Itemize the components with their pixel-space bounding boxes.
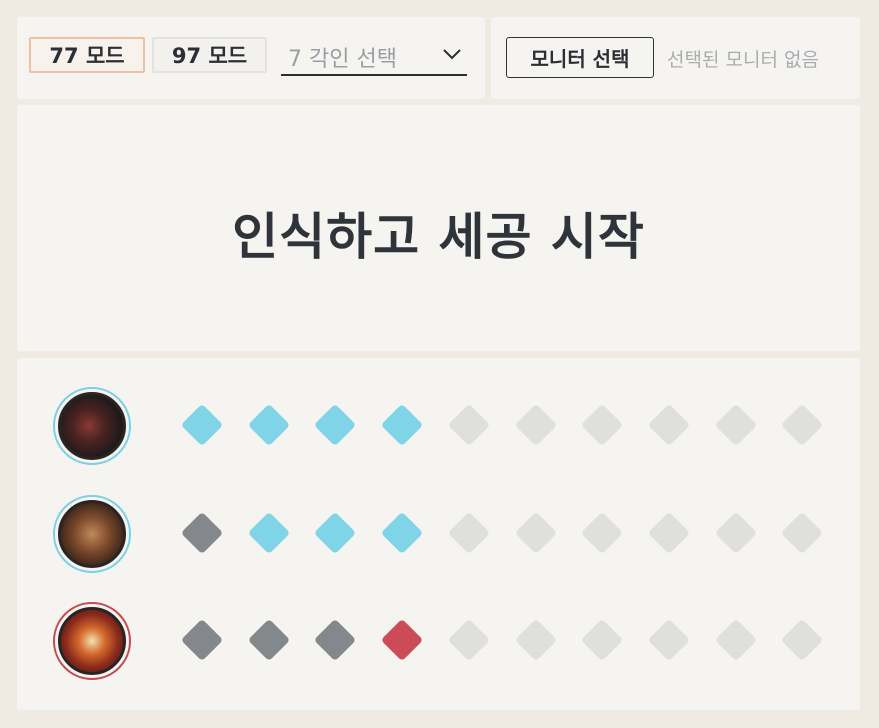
engraving-row [17, 601, 860, 681]
engraving-row [17, 386, 860, 466]
angle-select-value: 7 각인 선택 [288, 47, 397, 72]
mode-97-button[interactable]: 97 모드 [152, 37, 267, 73]
slot-empty [580, 511, 624, 555]
monitor-select-button[interactable]: 모니터 선택 [506, 37, 654, 78]
slot-success [313, 511, 357, 555]
slot-success [247, 511, 291, 555]
slot-empty [514, 618, 558, 662]
engraving-icon [53, 495, 131, 573]
slot-empty [580, 618, 624, 662]
slot-danger [380, 618, 424, 662]
slot-fail [180, 618, 224, 662]
slot-empty [447, 511, 491, 555]
monitor-panel: 모니터 선택 선택된 모니터 없음 [491, 17, 860, 99]
mode-77-button[interactable]: 77 모드 [29, 37, 145, 73]
slot-empty [447, 403, 491, 447]
slot-success [313, 403, 357, 447]
slot-success [380, 511, 424, 555]
slot-empty [580, 403, 624, 447]
mode-panel: 77 모드 97 모드 7 각인 선택 [17, 17, 485, 99]
slot-fail [247, 618, 291, 662]
angle-select[interactable]: 7 각인 선택 [281, 37, 467, 76]
slot-empty [514, 511, 558, 555]
chevron-down-icon [443, 49, 461, 60]
start-button[interactable]: 인식하고 세공 시작 [17, 197, 860, 269]
slot-empty [780, 511, 824, 555]
start-panel[interactable]: 인식하고 세공 시작 [17, 105, 860, 351]
slot-success [380, 403, 424, 447]
slot-empty [647, 403, 691, 447]
slot-empty [514, 403, 558, 447]
engraving-panel [17, 358, 860, 710]
slot-success [180, 403, 224, 447]
slot-empty [780, 403, 824, 447]
slot-empty [647, 618, 691, 662]
slot-empty [780, 618, 824, 662]
slot-fail [180, 511, 224, 555]
slot-success [247, 403, 291, 447]
slot-empty [714, 618, 758, 662]
slot-empty [447, 618, 491, 662]
slot-empty [714, 511, 758, 555]
engraving-icon [53, 387, 131, 465]
slot-empty [647, 511, 691, 555]
slot-empty [714, 403, 758, 447]
engraving-icon [53, 602, 131, 680]
engraving-row [17, 494, 860, 574]
slot-fail [313, 618, 357, 662]
monitor-status: 선택된 모니터 없음 [667, 49, 819, 71]
